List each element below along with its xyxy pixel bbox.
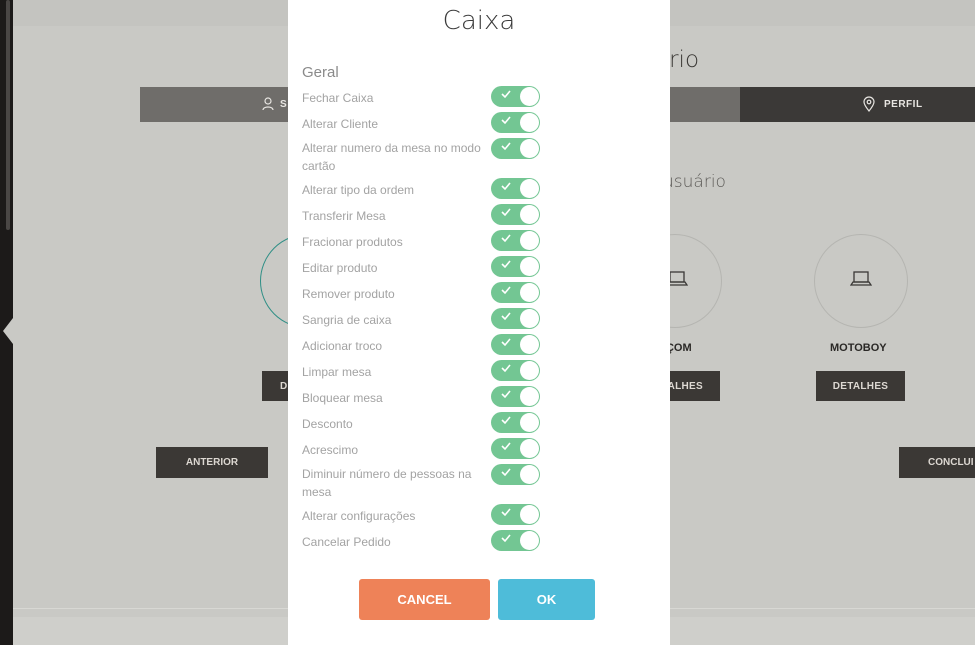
permission-toggle[interactable] bbox=[491, 504, 540, 525]
toggle-knob bbox=[520, 113, 539, 132]
ok-button[interactable]: OK bbox=[498, 579, 595, 620]
permission-label: Remover produto bbox=[302, 287, 395, 301]
permission-label: Adicionar troco bbox=[302, 339, 383, 353]
permission-label: Sangria de caixa bbox=[302, 313, 392, 327]
section-subtitle: usuário bbox=[663, 172, 726, 192]
toggle-knob bbox=[520, 361, 539, 380]
permission-label: Transferir Mesa bbox=[302, 209, 386, 223]
toggle-knob bbox=[520, 531, 539, 550]
check-icon bbox=[501, 390, 511, 399]
permission-toggle[interactable] bbox=[491, 112, 540, 133]
permission-toggle[interactable] bbox=[491, 178, 540, 199]
check-icon bbox=[501, 208, 511, 217]
permission-toggle[interactable] bbox=[491, 530, 540, 551]
previous-button[interactable]: ANTERIOR bbox=[156, 447, 268, 478]
permission-toggle[interactable] bbox=[491, 308, 540, 329]
check-icon bbox=[501, 260, 511, 269]
permission-label: Acrescimo bbox=[302, 443, 359, 457]
permission-toggle[interactable] bbox=[491, 412, 540, 433]
toggle-knob bbox=[520, 231, 539, 250]
check-icon bbox=[501, 468, 511, 477]
permission-label: Fracionar produtos bbox=[302, 235, 403, 249]
toggle-knob bbox=[520, 413, 539, 432]
toggle-knob bbox=[520, 257, 539, 276]
tab-perfil[interactable] bbox=[740, 87, 975, 122]
permission-label: Diminuir número de pessoas na mesa bbox=[302, 467, 472, 499]
check-icon bbox=[501, 182, 511, 191]
toggle-knob bbox=[520, 205, 539, 224]
modal-title: Caixa bbox=[442, 6, 516, 36]
permission-label: Alterar tipo da ordem bbox=[302, 183, 415, 197]
permission-label: Cancelar Pedido bbox=[302, 535, 391, 549]
check-icon bbox=[501, 90, 511, 99]
permission-label: Alterar configurações bbox=[302, 509, 416, 523]
check-icon bbox=[501, 442, 511, 451]
permission-label: Editar produto bbox=[302, 261, 378, 275]
permission-label: Bloquear mesa bbox=[302, 391, 383, 405]
check-icon bbox=[501, 234, 511, 243]
check-icon bbox=[501, 286, 511, 295]
check-icon bbox=[501, 312, 511, 321]
toggle-knob bbox=[520, 309, 539, 328]
role-label-motoboy: MOTOBOY bbox=[830, 342, 887, 354]
user-icon bbox=[262, 97, 274, 111]
laptop-icon bbox=[850, 271, 872, 286]
toggle-knob bbox=[520, 283, 539, 302]
permission-toggle[interactable] bbox=[491, 204, 540, 225]
details-button-motoboy[interactable]: DETALHES bbox=[816, 371, 905, 401]
permission-label: Alterar Cliente bbox=[302, 117, 379, 131]
toggle-knob bbox=[520, 387, 539, 406]
check-icon bbox=[501, 364, 511, 373]
permission-toggle[interactable] bbox=[491, 230, 540, 251]
toggle-knob bbox=[520, 439, 539, 458]
check-icon bbox=[501, 508, 511, 517]
check-icon bbox=[501, 338, 511, 347]
toggle-knob bbox=[520, 179, 539, 198]
tab-user-label[interactable]: S bbox=[280, 99, 287, 110]
left-sidebar-strip bbox=[0, 0, 13, 645]
permission-label: Fechar Caixa bbox=[302, 91, 374, 105]
permission-label: Alterar numero da mesa no modo cartão bbox=[302, 141, 481, 173]
toggle-knob bbox=[520, 87, 539, 106]
check-icon bbox=[501, 116, 511, 125]
permission-label: Desconto bbox=[302, 417, 353, 431]
toggle-knob bbox=[520, 335, 539, 354]
permission-toggle[interactable] bbox=[491, 86, 540, 107]
permission-toggle[interactable] bbox=[491, 386, 540, 407]
permission-toggle[interactable] bbox=[491, 138, 540, 159]
toggle-knob bbox=[520, 465, 539, 484]
location-pin-icon bbox=[863, 96, 875, 112]
permission-toggle[interactable] bbox=[491, 256, 540, 277]
check-icon bbox=[501, 534, 511, 543]
permissions-modal: Caixa Geral Fechar Caixa Alterar Cliente A… bbox=[288, 0, 670, 645]
permission-toggle[interactable] bbox=[491, 334, 540, 355]
toggle-knob bbox=[520, 139, 539, 158]
finish-button[interactable]: CONCLUI bbox=[899, 447, 975, 478]
tab-perfil-label[interactable]: PERFIL bbox=[884, 99, 923, 110]
permission-toggle[interactable] bbox=[491, 282, 540, 303]
permission-label: Limpar mesa bbox=[302, 365, 372, 379]
permission-toggle[interactable] bbox=[491, 438, 540, 459]
check-icon bbox=[501, 416, 511, 425]
permission-toggle[interactable] bbox=[491, 464, 540, 485]
collapse-arrow-icon[interactable] bbox=[3, 318, 13, 344]
permission-toggle[interactable] bbox=[491, 360, 540, 381]
group-label: Geral bbox=[302, 64, 339, 81]
cancel-button[interactable]: CANCEL bbox=[359, 579, 490, 620]
scrollbar[interactable] bbox=[6, 0, 10, 230]
check-icon bbox=[501, 142, 511, 151]
toggle-knob bbox=[520, 505, 539, 524]
